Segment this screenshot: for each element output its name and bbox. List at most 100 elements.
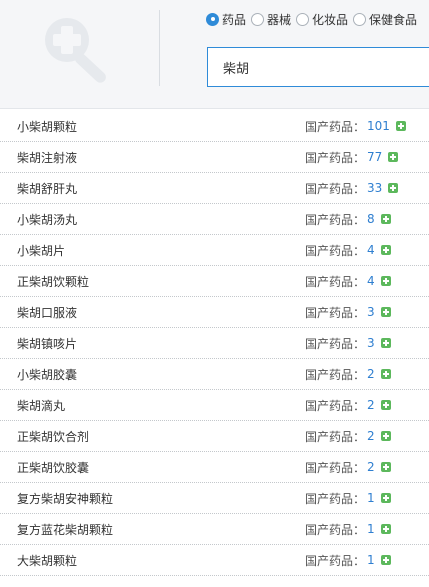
drug-count-group: 国产药品： 1 [305, 521, 391, 538]
drug-type-label: 国产药品： [305, 243, 366, 258]
drug-count-group: 国产药品： 1 [305, 552, 391, 569]
plus-icon[interactable] [380, 493, 391, 503]
plus-icon[interactable] [380, 369, 391, 379]
plus-icon[interactable] [380, 245, 391, 255]
result-row[interactable]: 小柴胡片 国产药品： 4 [0, 235, 429, 266]
result-row[interactable]: 小柴胡胶囊 国产药品： 2 [0, 359, 429, 390]
drug-type-label: 国产药品： [305, 305, 366, 320]
drug-count[interactable]: 4 [367, 243, 375, 257]
radio-icon[interactable] [251, 12, 265, 26]
drug-type-label: 国产药品： [305, 274, 366, 289]
drug-count-group: 国产药品： 77 [305, 149, 399, 166]
drug-count[interactable]: 101 [367, 119, 390, 133]
drug-count[interactable]: 1 [367, 522, 375, 536]
drug-type-label: 国产药品： [305, 491, 366, 506]
drug-count-group: 国产药品： 33 [305, 180, 399, 197]
category-radio-group: 药品 器械 化妆品 保健食品 [206, 10, 422, 28]
result-row[interactable]: 柴胡镇咳片 国产药品： 3 [0, 328, 429, 359]
search-header: 药品 器械 化妆品 保健食品 [0, 0, 429, 109]
plus-icon[interactable] [380, 524, 391, 534]
result-row[interactable]: 正柴胡饮合剂 国产药品： 2 [0, 421, 429, 452]
drug-count[interactable]: 3 [367, 336, 375, 350]
plus-icon[interactable] [380, 462, 391, 472]
drug-name[interactable]: 小柴胡胶囊 [17, 366, 77, 383]
drug-count[interactable]: 4 [367, 274, 375, 288]
plus-icon[interactable] [380, 431, 391, 441]
drug-type-label: 国产药品： [305, 119, 366, 134]
drug-count[interactable]: 2 [367, 429, 375, 443]
search-input[interactable] [223, 59, 423, 75]
drug-count[interactable]: 2 [367, 460, 375, 474]
category-option-health-food[interactable]: 保健食品 [353, 11, 417, 28]
category-option-drugs[interactable]: 药品 [206, 11, 246, 28]
plus-icon[interactable] [380, 338, 391, 348]
result-row[interactable]: 柴胡滴丸 国产药品： 2 [0, 390, 429, 421]
category-option-devices[interactable]: 器械 [251, 11, 291, 28]
result-row[interactable]: 柴胡注射液 国产药品： 77 [0, 142, 429, 173]
drug-name[interactable]: 柴胡镇咳片 [17, 335, 77, 352]
drug-type-label: 国产药品： [305, 150, 366, 165]
drug-type-label: 国产药品： [305, 212, 366, 227]
drug-type-label: 国产药品： [305, 460, 366, 475]
drug-name[interactable]: 柴胡口服液 [17, 304, 77, 321]
plus-icon[interactable] [380, 400, 391, 410]
drug-name[interactable]: 复方蓝花柴胡颗粒 [17, 521, 113, 538]
drug-count[interactable]: 33 [367, 181, 382, 195]
result-row[interactable]: 小柴胡汤丸 国产药品： 8 [0, 204, 429, 235]
drug-type-label: 国产药品： [305, 398, 366, 413]
radio-icon[interactable] [353, 12, 367, 26]
result-row[interactable]: 复方蓝花柴胡颗粒 国产药品： 1 [0, 514, 429, 545]
plus-icon[interactable] [380, 276, 391, 286]
magnifier-plus-icon [36, 12, 120, 86]
drug-name[interactable]: 大柴胡颗粒 [17, 552, 77, 569]
drug-count[interactable]: 77 [367, 150, 382, 164]
radio-checked-icon[interactable] [206, 12, 219, 26]
category-label: 化妆品 [312, 12, 349, 27]
drug-name[interactable]: 正柴胡饮合剂 [17, 428, 89, 445]
result-row[interactable]: 正柴胡饮颗粒 国产药品： 4 [0, 266, 429, 297]
drug-count-group: 国产药品： 2 [305, 428, 391, 445]
plus-icon[interactable] [388, 183, 399, 193]
drug-count-group: 国产药品： 4 [305, 273, 391, 290]
category-label: 药品 [222, 12, 247, 27]
category-label: 保健食品 [369, 12, 418, 27]
category-label: 器械 [267, 12, 292, 27]
drug-name[interactable]: 小柴胡汤丸 [17, 211, 77, 228]
drug-name[interactable]: 柴胡滴丸 [17, 397, 65, 414]
drug-name[interactable]: 小柴胡片 [17, 242, 65, 259]
result-row[interactable]: 正柴胡饮胶囊 国产药品： 2 [0, 452, 429, 483]
plus-icon[interactable] [388, 152, 399, 162]
drug-count-group: 国产药品： 8 [305, 211, 391, 228]
plus-icon[interactable] [395, 121, 406, 131]
drug-type-label: 国产药品： [305, 367, 366, 382]
drug-count[interactable]: 2 [367, 367, 375, 381]
drug-type-label: 国产药品： [305, 522, 366, 537]
drug-count-group: 国产药品： 1 [305, 490, 391, 507]
drug-count[interactable]: 8 [367, 212, 375, 226]
drug-count[interactable]: 1 [367, 491, 375, 505]
plus-icon[interactable] [380, 555, 391, 565]
drug-name[interactable]: 复方柴胡安神颗粒 [17, 490, 113, 507]
drug-name[interactable]: 柴胡舒肝丸 [17, 180, 77, 197]
result-row[interactable]: 小柴胡颗粒 国产药品： 101 [0, 111, 429, 142]
drug-count-group: 国产药品： 2 [305, 397, 391, 414]
drug-count-group: 国产药品： 101 [305, 118, 406, 135]
search-box[interactable] [207, 47, 429, 87]
result-row[interactable]: 柴胡舒肝丸 国产药品： 33 [0, 173, 429, 204]
drug-count[interactable]: 2 [367, 398, 375, 412]
drug-name[interactable]: 正柴胡饮胶囊 [17, 459, 89, 476]
plus-icon[interactable] [380, 214, 391, 224]
result-list: 小柴胡颗粒 国产药品： 101 柴胡注射液 国产药品： 77 柴胡舒肝丸 国产药… [0, 111, 429, 576]
radio-icon[interactable] [296, 12, 310, 26]
drug-count[interactable]: 1 [367, 553, 375, 567]
drug-name[interactable]: 正柴胡饮颗粒 [17, 273, 89, 290]
result-row[interactable]: 柴胡口服液 国产药品： 3 [0, 297, 429, 328]
drug-name[interactable]: 小柴胡颗粒 [17, 118, 77, 135]
category-option-cosmetics[interactable]: 化妆品 [296, 11, 348, 28]
drug-count-group: 国产药品： 2 [305, 366, 391, 383]
drug-name[interactable]: 柴胡注射液 [17, 149, 77, 166]
plus-icon[interactable] [380, 307, 391, 317]
result-row[interactable]: 复方柴胡安神颗粒 国产药品： 1 [0, 483, 429, 514]
drug-count[interactable]: 3 [367, 305, 375, 319]
result-row[interactable]: 大柴胡颗粒 国产药品： 1 [0, 545, 429, 576]
